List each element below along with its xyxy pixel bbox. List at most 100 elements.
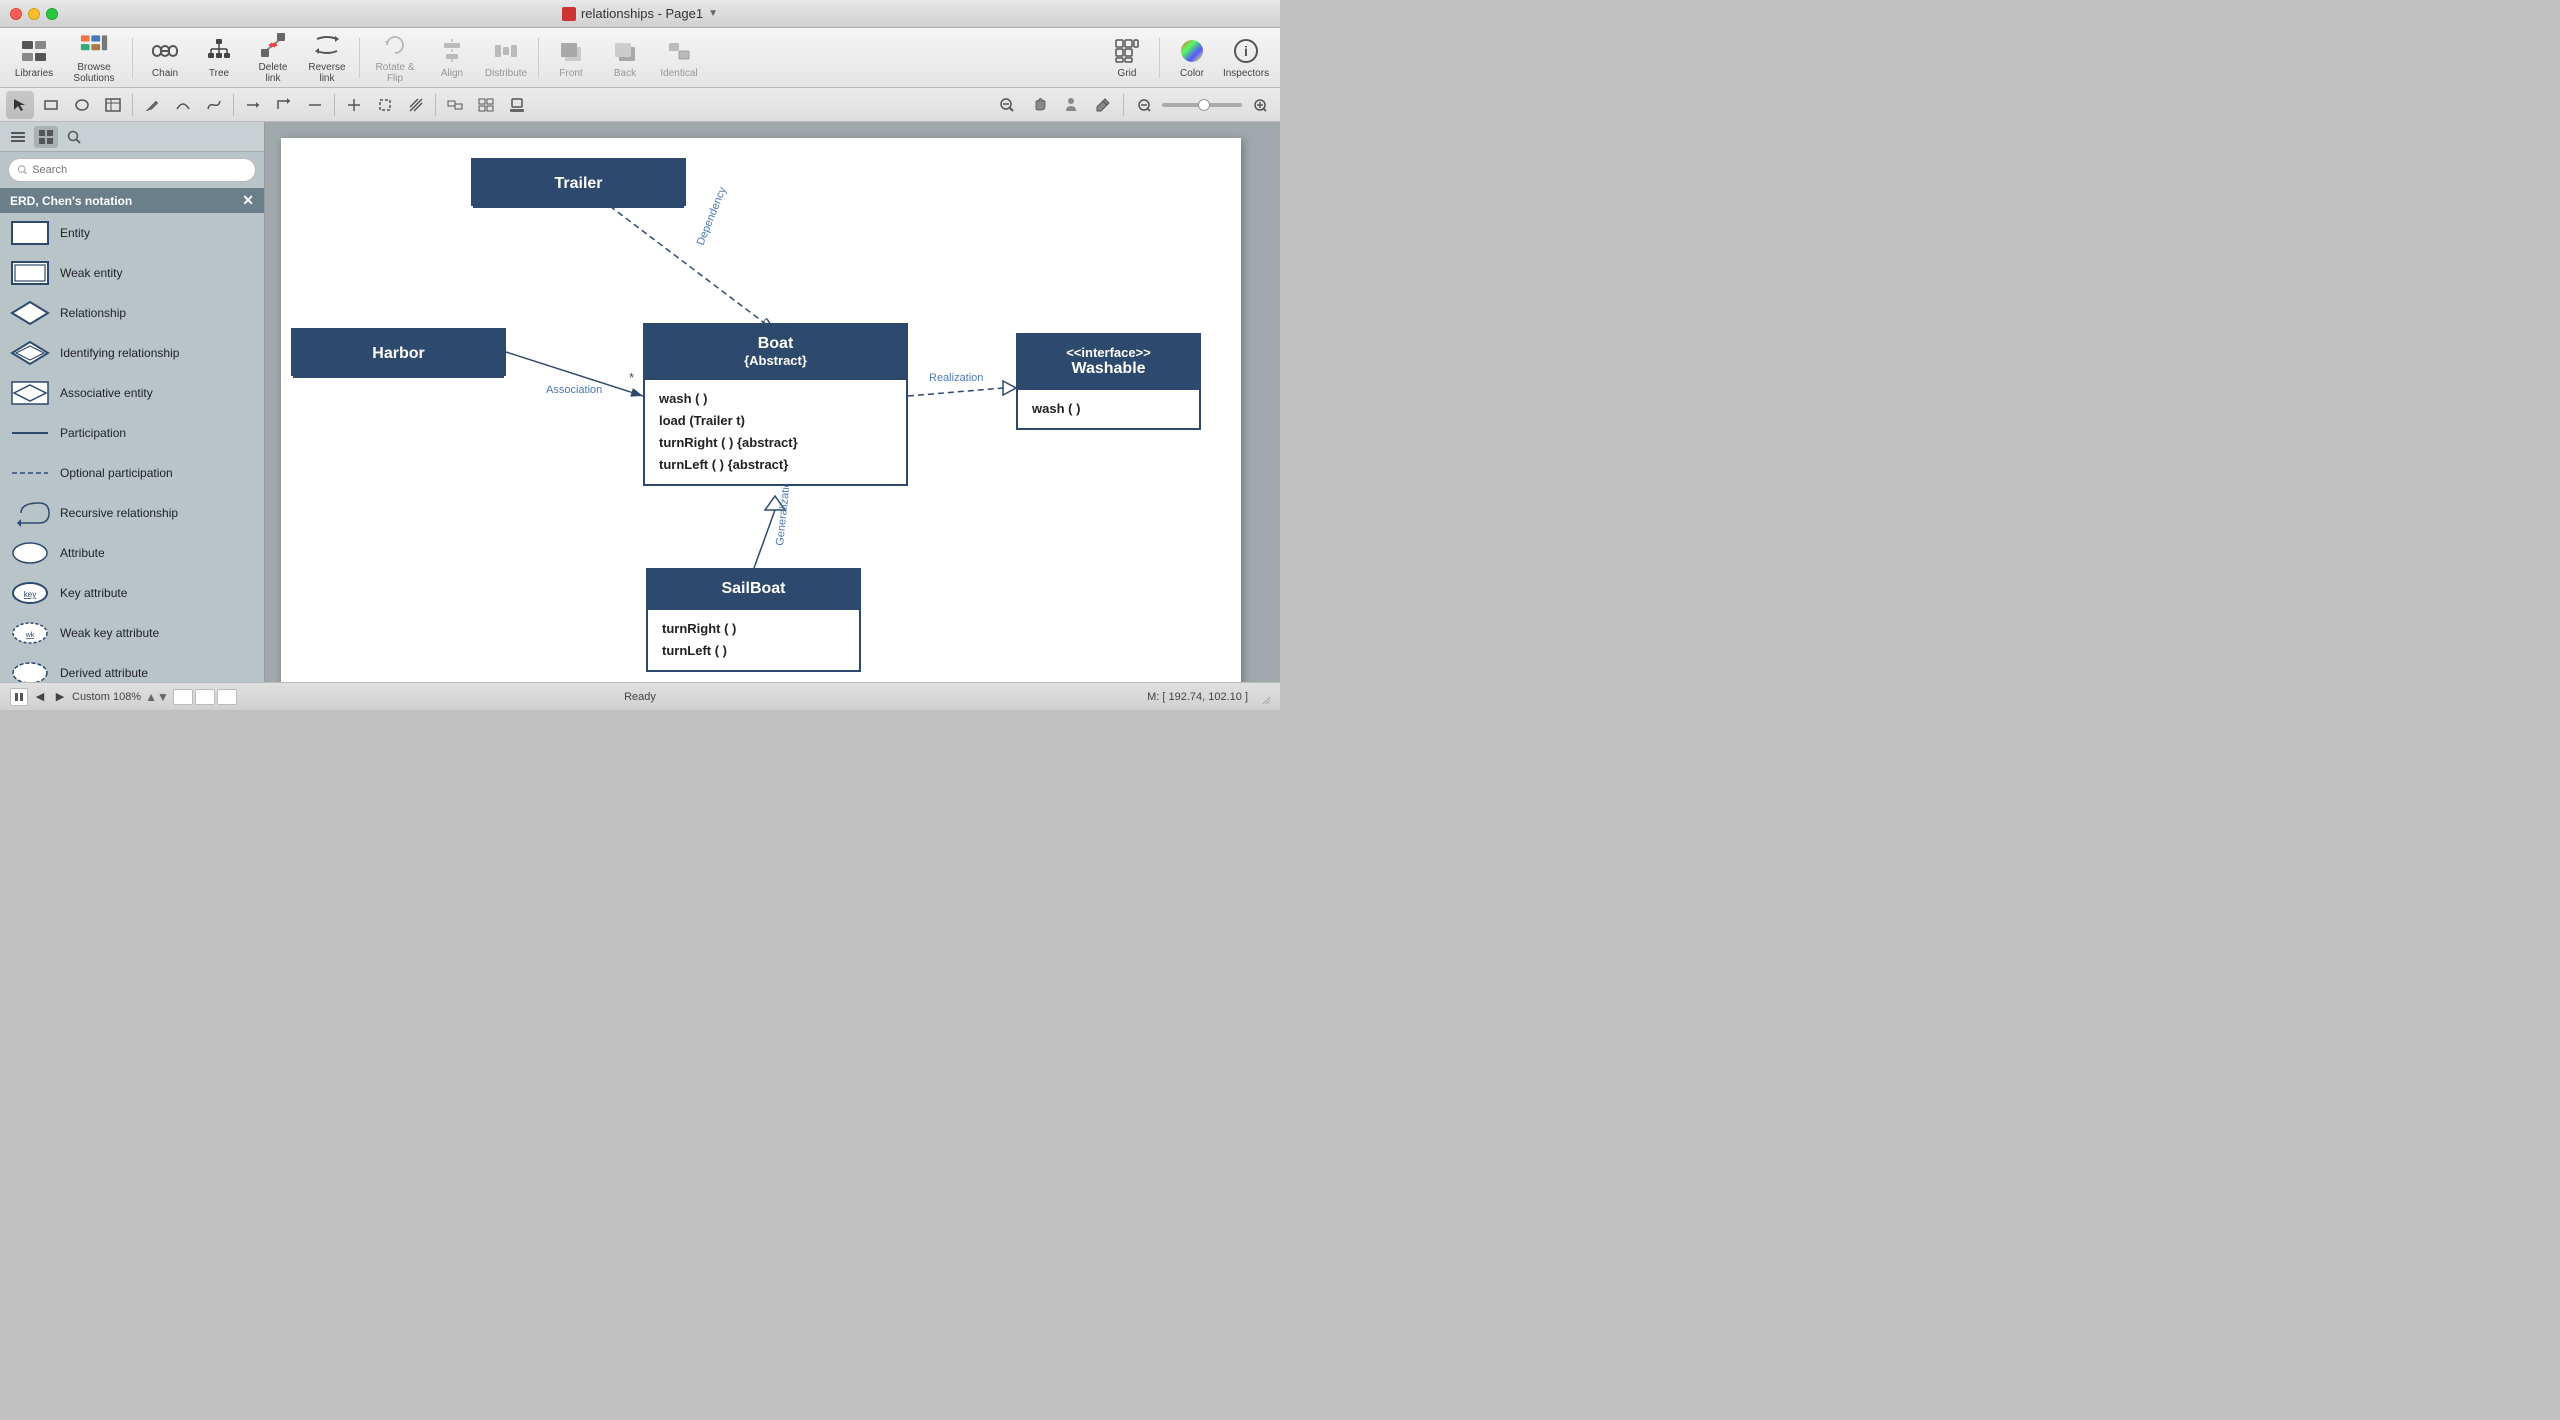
browse-solutions-button[interactable]: Browse Solutions (62, 32, 126, 84)
coordinates: M: [ 192.74, 102.10 ] (1147, 691, 1248, 703)
resize-handle[interactable] (1256, 690, 1270, 704)
view-mode-3[interactable] (217, 689, 237, 705)
boat-body: wash ( ) load (Trailer t) turnRight ( ) … (645, 378, 906, 484)
realization-line (908, 388, 1003, 396)
zoom-slider-container (1162, 103, 1242, 107)
tree-button[interactable]: Tree (193, 32, 245, 84)
table-tool[interactable] (99, 91, 127, 119)
expand-tool[interactable] (340, 91, 368, 119)
shape-item-associative-entity[interactable]: Associative entity (0, 373, 264, 413)
attribute-label: Attribute (60, 546, 105, 560)
diagram-canvas[interactable]: Dependency * Association Realization (281, 138, 1241, 682)
shape-item-identifying-relationship[interactable]: Identifying relationship (0, 333, 264, 373)
arc-tool[interactable] (169, 91, 197, 119)
toolbar-separator-4 (1159, 38, 1160, 78)
recursive-relationship-preview (10, 498, 50, 528)
connector-tool[interactable] (239, 91, 267, 119)
zoom-slider-thumb[interactable] (1198, 99, 1210, 111)
close-button[interactable] (10, 8, 22, 20)
derived-attribute-preview (10, 658, 50, 682)
inspectors-icon: i (1232, 37, 1260, 65)
color-icon (1178, 37, 1206, 65)
grid-button[interactable]: Grid (1101, 32, 1153, 84)
pointer-tool[interactable] (6, 91, 34, 119)
shape-item-weak-key-attribute[interactable]: wk Weak key attribute (0, 613, 264, 653)
search-tab[interactable] (62, 126, 86, 148)
entity-preview (10, 218, 50, 248)
harbor-node[interactable]: Harbor (291, 328, 506, 376)
participation-preview (10, 418, 50, 448)
zoom-controls (993, 91, 1274, 119)
libraries-icon (20, 37, 48, 65)
inspectors-button[interactable]: i Inspectors (1220, 32, 1272, 84)
shape-item-optional-participation[interactable]: Optional participation (0, 453, 264, 493)
back-button[interactable]: Back (599, 32, 651, 84)
zoom-slider[interactable] (1162, 103, 1242, 107)
multiplicity-label: * (629, 370, 634, 385)
rectangle-tool[interactable] (37, 91, 65, 119)
crop-tool[interactable] (371, 91, 399, 119)
bezier-tool[interactable] (200, 91, 228, 119)
color-button[interactable]: Color (1166, 32, 1218, 84)
distribute-button[interactable]: Distribute (480, 32, 532, 84)
next-page-button[interactable]: ▶ (52, 689, 68, 705)
t2-sep-2 (233, 94, 234, 116)
group-tool[interactable] (441, 91, 469, 119)
front-button[interactable]: Front (545, 32, 597, 84)
panel-close-button[interactable]: ✕ (242, 192, 254, 209)
weak-key-attribute-label: Weak key attribute (60, 626, 159, 640)
slice-tool[interactable] (402, 91, 430, 119)
ungroup-tool[interactable] (472, 91, 500, 119)
person-tool[interactable] (1057, 91, 1085, 119)
delete-link-button[interactable]: Delete link (247, 32, 299, 84)
shape-item-key-attribute[interactable]: key Key attribute (0, 573, 264, 613)
chain-button[interactable]: Chain (139, 32, 191, 84)
washable-node[interactable]: <<interface>> Washable wash ( ) (1016, 333, 1201, 430)
distribute-icon (492, 37, 520, 65)
maximize-button[interactable] (46, 8, 58, 20)
line-tool[interactable] (301, 91, 329, 119)
grid-icon (1113, 37, 1141, 65)
pause-button[interactable] (10, 688, 28, 706)
reverse-link-button[interactable]: Reverse link (301, 32, 353, 84)
minimize-button[interactable] (28, 8, 40, 20)
boat-node[interactable]: Boat {Abstract} wash ( ) load (Trailer t… (643, 323, 908, 486)
view-mode-buttons (173, 689, 237, 705)
zoom-dropdown[interactable]: ▲▼ (145, 690, 169, 704)
rotate-flip-button[interactable]: Rotate & Flip (366, 32, 424, 84)
view-mode-1[interactable] (173, 689, 193, 705)
identical-button[interactable]: Identical (653, 32, 705, 84)
front-icon (557, 37, 585, 65)
search-input[interactable] (32, 164, 247, 176)
ellipse-tool[interactable] (68, 91, 96, 119)
canvas-area[interactable]: Dependency * Association Realization (265, 122, 1280, 682)
libraries-button[interactable]: Libraries (8, 32, 60, 84)
stamp-tool[interactable] (503, 91, 531, 119)
zoom-out-button[interactable] (993, 91, 1021, 119)
shape-item-attribute[interactable]: Attribute (0, 533, 264, 573)
pen-tool[interactable] (138, 91, 166, 119)
hand-tool[interactable] (1025, 91, 1053, 119)
list-view-tab[interactable] (6, 126, 30, 148)
grid-view-tab[interactable] (34, 126, 58, 148)
shape-item-weak-entity[interactable]: Weak entity (0, 253, 264, 293)
shape-item-participation[interactable]: Participation (0, 413, 264, 453)
prev-page-button[interactable]: ◀ (32, 689, 48, 705)
align-button[interactable]: Align (426, 32, 478, 84)
main-content: ERD, Chen's notation ✕ Entity (0, 122, 1280, 682)
status-left: ◀ ▶ Custom 108% ▲▼ (10, 688, 237, 706)
orthogonal-tool[interactable] (270, 91, 298, 119)
pencil-tool[interactable] (1089, 91, 1117, 119)
shape-item-recursive-relationship[interactable]: Recursive relationship (0, 493, 264, 533)
trailer-node[interactable]: Trailer (471, 158, 686, 206)
zoom-plus-button[interactable] (1246, 91, 1274, 119)
view-mode-2[interactable] (195, 689, 215, 705)
shape-item-relationship[interactable]: Relationship (0, 293, 264, 333)
statusbar: ◀ ▶ Custom 108% ▲▼ Ready M: [ 192.74, 10… (0, 682, 1280, 710)
shape-item-derived-attribute[interactable]: Derived attribute (0, 653, 264, 682)
svg-text:key: key (24, 590, 36, 599)
sailboat-node[interactable]: SailBoat turnRight ( ) turnLeft ( ) (646, 568, 861, 672)
t2-sep-1 (132, 94, 133, 116)
shape-item-entity[interactable]: Entity (0, 213, 264, 253)
zoom-minus-button[interactable] (1130, 91, 1158, 119)
